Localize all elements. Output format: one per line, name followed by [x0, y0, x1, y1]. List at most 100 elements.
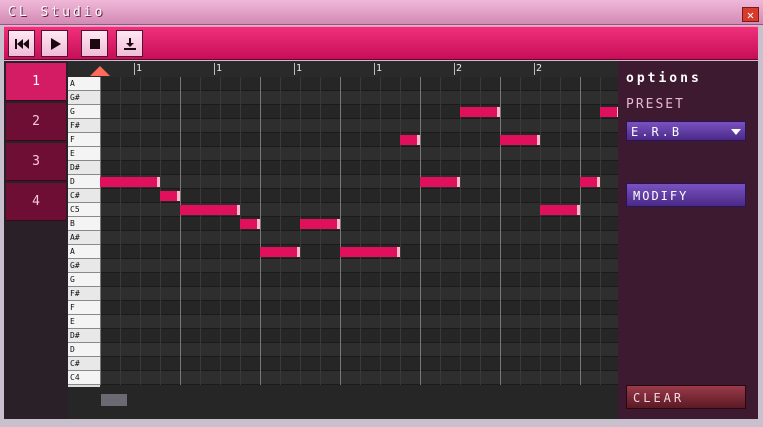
preset-label: PRESET	[626, 97, 685, 112]
modify-button[interactable]: MODIFY	[626, 183, 746, 207]
grid-line	[100, 77, 101, 385]
midi-note[interactable]	[500, 135, 540, 145]
piano-key[interactable]: F	[68, 301, 100, 315]
play-icon	[50, 37, 61, 50]
grid-line	[220, 77, 221, 385]
options-panel: options PRESET E.R.B MODIFY CLEAR	[618, 61, 758, 419]
window-title: CL Studio	[8, 5, 106, 20]
piano-key[interactable]: C4	[68, 371, 100, 385]
preset-dropdown[interactable]: E.R.B	[626, 121, 746, 141]
piano-roll: 111122 A G# G F# F E D# D C# C5 B A# A G# G F# F E D# D C# C4	[68, 61, 621, 419]
scroll-thumb[interactable]	[101, 394, 127, 406]
piano-keys[interactable]: A G# G F# F E D# D C# C5 B A# A G# G F# F E D# D C# C4	[68, 77, 100, 387]
grid-line	[180, 77, 181, 385]
grid-line	[140, 77, 141, 385]
piano-key[interactable]: E	[68, 315, 100, 329]
horizontal-scrollbar[interactable]	[68, 387, 618, 419]
grid-line	[460, 77, 461, 385]
close-button[interactable]: ✕	[742, 7, 759, 22]
piano-key[interactable]: B	[68, 217, 100, 231]
grid-line	[260, 77, 261, 385]
clear-button[interactable]: CLEAR	[626, 385, 746, 409]
midi-note[interactable]	[340, 247, 400, 257]
midi-note[interactable]	[100, 177, 160, 187]
track-list: 1234	[4, 61, 68, 419]
piano-key[interactable]: G#	[68, 91, 100, 105]
grid-line	[240, 77, 241, 385]
midi-note[interactable]	[160, 191, 180, 201]
skip-back-icon	[14, 38, 29, 49]
piano-key[interactable]: D#	[68, 161, 100, 175]
piano-key[interactable]: G	[68, 105, 100, 119]
export-button[interactable]	[116, 30, 143, 57]
ruler-mark: 2	[534, 63, 543, 75]
piano-key[interactable]: A#	[68, 231, 100, 245]
piano-key[interactable]: C5	[68, 203, 100, 217]
grid-line	[120, 77, 121, 385]
midi-note[interactable]	[580, 177, 600, 187]
ruler-mark: 1	[214, 63, 223, 75]
transport-toolbar	[4, 26, 758, 60]
note-grid[interactable]	[100, 77, 621, 387]
piano-key[interactable]: E	[68, 147, 100, 161]
grid-line	[280, 77, 281, 385]
app-window: CL Studio ✕ 1234 111122 A G# G F# F E D# D C# C5 B…	[0, 0, 763, 427]
grid-line	[380, 77, 381, 385]
midi-note[interactable]	[540, 205, 580, 215]
grid-line	[320, 77, 321, 385]
title-bar: CL Studio ✕	[0, 0, 763, 25]
piano-key[interactable]: G	[68, 273, 100, 287]
grid-line	[520, 77, 521, 385]
piano-key[interactable]: G#	[68, 259, 100, 273]
grid-line	[360, 77, 361, 385]
midi-note[interactable]	[460, 107, 500, 117]
piano-key[interactable]: D#	[68, 329, 100, 343]
stop-button[interactable]	[81, 30, 108, 57]
piano-key[interactable]: F#	[68, 119, 100, 133]
midi-note[interactable]	[400, 135, 420, 145]
grid-line	[420, 77, 421, 385]
grid-line	[480, 77, 481, 385]
play-button[interactable]	[41, 30, 68, 57]
rewind-button[interactable]	[8, 30, 35, 57]
grid-line	[200, 77, 201, 385]
editor-area: 1234 111122 A G# G F# F E D# D C# C5 B A# A G# G F# F E D#…	[4, 61, 758, 419]
grid-line	[500, 77, 501, 385]
midi-note[interactable]	[260, 247, 300, 257]
grid-line	[600, 77, 601, 385]
preset-value: E.R.B	[631, 125, 683, 139]
grid-line	[560, 77, 561, 385]
midi-note[interactable]	[600, 107, 620, 117]
track-tab-1[interactable]: 1	[6, 63, 66, 101]
piano-key[interactable]: C#	[68, 357, 100, 371]
grid-line	[540, 77, 541, 385]
piano-key[interactable]: D	[68, 175, 100, 189]
piano-key[interactable]: D	[68, 343, 100, 357]
piano-key[interactable]: F	[68, 133, 100, 147]
ruler-mark: 2	[454, 63, 463, 75]
piano-key[interactable]: C#	[68, 189, 100, 203]
grid-line	[160, 77, 161, 385]
track-tab-4[interactable]: 4	[6, 183, 66, 221]
grid-line	[400, 77, 401, 385]
grid-line	[300, 77, 301, 385]
stop-icon	[89, 38, 100, 49]
track-tab-2[interactable]: 2	[6, 103, 66, 141]
piano-key[interactable]: F#	[68, 287, 100, 301]
grid-line	[580, 77, 581, 385]
grid-line	[340, 77, 341, 385]
piano-key[interactable]: A	[68, 77, 100, 91]
track-tab-3[interactable]: 3	[6, 143, 66, 181]
piano-key[interactable]: A	[68, 245, 100, 259]
midi-note[interactable]	[300, 219, 340, 229]
ruler-mark: 1	[134, 63, 143, 75]
dropdown-arrow-icon	[731, 129, 741, 135]
playhead-marker[interactable]	[90, 66, 110, 76]
options-title: options	[626, 71, 702, 86]
ruler-mark: 1	[374, 63, 383, 75]
midi-note[interactable]	[420, 177, 460, 187]
midi-note[interactable]	[180, 205, 240, 215]
midi-note[interactable]	[240, 219, 260, 229]
download-icon	[123, 37, 136, 50]
timeline-ruler[interactable]: 1 1 1 1 2 2	[68, 61, 618, 77]
